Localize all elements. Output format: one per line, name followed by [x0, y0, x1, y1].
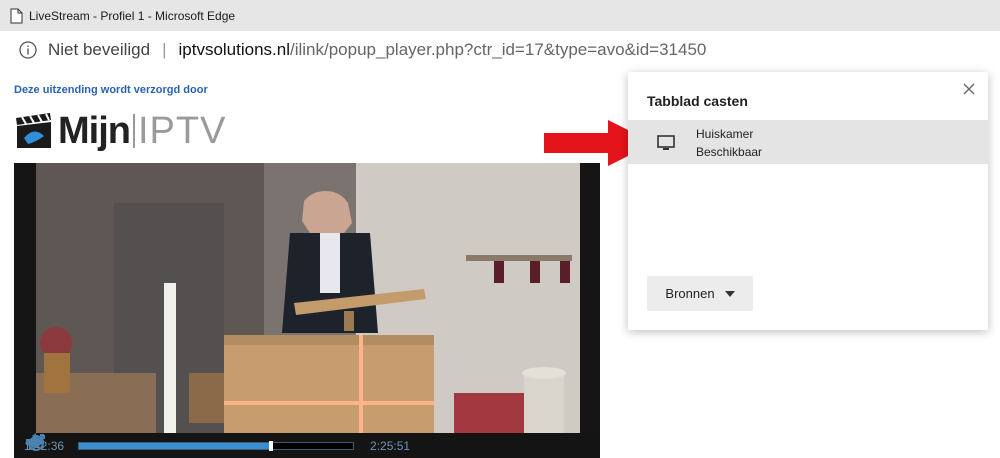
- logo-divider: [132, 114, 135, 148]
- window-title: LiveStream - Profiel 1 - Microsoft Edge: [29, 8, 236, 23]
- info-icon[interactable]: [18, 40, 38, 60]
- close-icon[interactable]: [962, 82, 976, 96]
- sources-dropdown-button[interactable]: Bronnen: [647, 276, 753, 311]
- seek-handle[interactable]: [268, 440, 273, 451]
- seek-progress: [79, 442, 271, 449]
- seek-bar[interactable]: [78, 440, 355, 451]
- sources-label: Bronnen: [665, 286, 715, 301]
- security-label[interactable]: Niet beveiligd: [48, 40, 150, 60]
- duration: 2:25:51: [370, 438, 411, 453]
- cast-panel-heading: Tabblad casten: [647, 93, 748, 109]
- device-name: Huiskamer: [696, 127, 754, 141]
- video-frame[interactable]: [14, 163, 600, 433]
- address-bar[interactable]: Niet beveiligd | iptvsolutions.nl/ilink/…: [0, 31, 1000, 69]
- logo-text-light: IPTV: [137, 109, 227, 152]
- clapperboard-icon: [16, 113, 51, 148]
- device-status: Beschikbaar: [696, 145, 763, 159]
- fullscreen-icon[interactable]: [28, 433, 46, 451]
- video-player[interactable]: 10 1:42:36 2:25:51: [14, 163, 600, 458]
- cast-panel: Tabblad casten Huiskamer Beschikbaar Bro…: [628, 72, 988, 330]
- logo-text-bold: Mijn: [58, 109, 131, 152]
- player-controls: 10 1:42:36 2:25:51: [14, 433, 600, 458]
- address-separator: |: [162, 40, 167, 59]
- window-titlebar: LiveStream - Profiel 1 - Microsoft Edge: [0, 0, 1000, 31]
- cast-device-huiskamer[interactable]: Huiskamer Beschikbaar: [628, 120, 988, 164]
- page-icon: [10, 8, 23, 23]
- sponsor-text: Deze uitzending wordt verzorgd door: [14, 84, 208, 96]
- caret-down-icon: [724, 290, 735, 297]
- url-path[interactable]: /ilink/popup_player.php?ctr_id=17&type=a…: [290, 40, 706, 60]
- mijn-iptv-logo: Mijn IPTV: [14, 108, 226, 154]
- url-host[interactable]: iptvsolutions.nl: [178, 40, 290, 60]
- monitor-icon: [657, 135, 675, 150]
